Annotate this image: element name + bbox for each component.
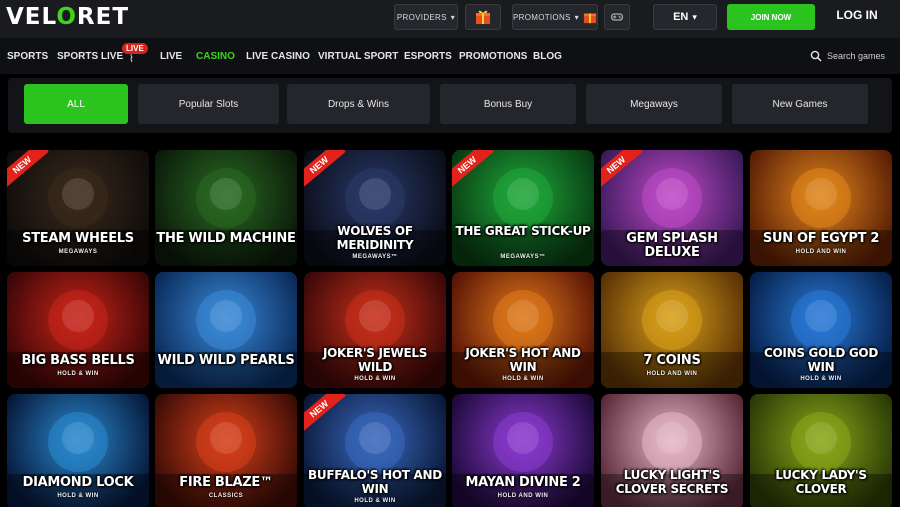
- chevron-down-icon: ▾: [450, 12, 456, 22]
- game-tile[interactable]: NEW BUFFALO'S HOT AND WIN HOLD & WIN: [304, 394, 446, 507]
- logo[interactable]: VELORET: [6, 4, 129, 30]
- game-artwork: [155, 168, 297, 266]
- game-subtitle: HOLD & WIN: [57, 371, 99, 377]
- game-tile[interactable]: BIG BASS BELLS HOLD & WIN: [7, 272, 149, 388]
- game-tile[interactable]: 7 COINS HOLD AND WIN: [601, 272, 743, 388]
- chevron-down-icon: ▾: [692, 11, 697, 22]
- logo-text: VEL: [6, 4, 57, 30]
- game-title: THE WILD MACHINE: [156, 231, 296, 246]
- search-games[interactable]: Search games: [810, 50, 885, 62]
- filter-new-games[interactable]: New Games: [732, 84, 868, 124]
- filter-bonus-buy[interactable]: Bonus Buy: [440, 84, 576, 124]
- gift-icon: [583, 13, 597, 24]
- game-tile[interactable]: JOKER'S HOT AND WIN HOLD & WIN: [452, 272, 594, 388]
- game-tile[interactable]: LUCKY LADY'S CLOVER: [750, 394, 892, 507]
- game-title: MAYAN DIVINE 2: [465, 475, 581, 490]
- game-title: WILD WILD PEARLS: [157, 353, 295, 368]
- game-title: JOKER'S JEWELS WILD: [322, 346, 428, 374]
- login-button[interactable]: LOG IN: [822, 8, 892, 26]
- gamepad-icon: [611, 13, 623, 21]
- search-icon: [810, 50, 822, 62]
- game-subtitle: MEGAWAYS™: [500, 254, 546, 260]
- nav-item-live-casino[interactable]: LIVE CASINO: [246, 51, 310, 62]
- live-badge: LIVE: [122, 43, 148, 54]
- nav-item-blog[interactable]: BLOG: [533, 51, 562, 62]
- game-title: LUCKY LIGHT'S CLOVER SECRETS: [615, 468, 729, 496]
- gift-icon: [476, 10, 490, 24]
- game-title: LUCKY LADY'S CLOVER: [775, 468, 867, 496]
- game-tile[interactable]: FIRE BLAZE™ CLASSICS: [155, 394, 297, 507]
- game-tile[interactable]: SUN OF EGYPT 2 HOLD AND WIN: [750, 150, 892, 266]
- nav-item-esports[interactable]: ESPORTS: [404, 51, 452, 62]
- game-title: FIRE BLAZE™: [179, 475, 273, 490]
- game-tile[interactable]: DIAMOND LOCK HOLD & WIN: [7, 394, 149, 507]
- game-tile[interactable]: NEW STEAM WHEELS MEGAWAYS: [7, 150, 149, 266]
- game-subtitle: HOLD & WIN: [57, 493, 99, 499]
- game-title: SUN OF EGYPT 2: [762, 231, 880, 246]
- game-artwork: [155, 290, 297, 388]
- game-subtitle: HOLD & WIN: [354, 376, 396, 382]
- game-title: DIAMOND LOCK: [22, 475, 134, 490]
- game-tile[interactable]: MAYAN DIVINE 2 HOLD AND WIN: [452, 394, 594, 507]
- game-subtitle: HOLD & WIN: [502, 376, 544, 382]
- game-subtitle: CLASSICS: [208, 493, 244, 499]
- logo-text-end: RET: [76, 4, 130, 30]
- providers-label: PROVIDERS: [396, 12, 447, 22]
- providers-dropdown[interactable]: PROVIDERS ▾: [394, 4, 458, 30]
- join-now-button[interactable]: JOIN NOW: [727, 4, 815, 30]
- nav-item-promotions[interactable]: PROMOTIONS: [459, 51, 527, 62]
- game-subtitle: HOLD & WIN: [354, 498, 396, 504]
- game-title: JOKER'S HOT AND WIN: [465, 346, 581, 374]
- nav-item-casino[interactable]: CASINO: [196, 51, 235, 62]
- filter-all[interactable]: ALL: [24, 84, 128, 124]
- main-nav: SPORTS SPORTS LIVE LIVE ⌇ LIVE CASINO LI…: [0, 38, 900, 74]
- game-tile[interactable]: COINS GOLD GOD WIN HOLD & WIN: [750, 272, 892, 388]
- broadcast-icon: ⌇: [129, 54, 134, 65]
- game-subtitle: HOLD & WIN: [800, 376, 842, 382]
- game-tile[interactable]: WILD WILD PEARLS: [155, 272, 297, 388]
- game-title: BIG BASS BELLS: [21, 353, 135, 368]
- game-subtitle: HOLD AND WIN: [646, 371, 698, 377]
- category-filter-bar: ALL Popular Slots Drops & Wins Bonus Buy…: [8, 78, 892, 133]
- game-title: WOLVES OF MERIDINITY: [336, 224, 414, 252]
- nav-item-virtual-sport[interactable]: VIRTUAL SPORT: [318, 51, 398, 62]
- filter-megaways[interactable]: Megaways: [586, 84, 722, 124]
- gamepad-button[interactable]: [604, 4, 630, 30]
- game-subtitle: MEGAWAYS™: [352, 254, 398, 260]
- promotions-dropdown[interactable]: PROMOTIONS ▾: [512, 4, 598, 30]
- nav-item-sports[interactable]: SPORTS: [7, 51, 48, 62]
- game-subtitle: HOLD AND WIN: [795, 249, 847, 255]
- gift-button[interactable]: [465, 4, 501, 30]
- game-tile[interactable]: NEW WOLVES OF MERIDINITY MEGAWAYS™: [304, 150, 446, 266]
- game-tile[interactable]: NEW THE GREAT STICK-UP MEGAWAYS™: [452, 150, 594, 266]
- game-tile[interactable]: JOKER'S JEWELS WILD HOLD & WIN: [304, 272, 446, 388]
- top-bar: VELORET PROVIDERS ▾ PROMOTIONS ▾ EN ▾ JO…: [0, 0, 900, 38]
- search-placeholder: Search games: [827, 51, 886, 61]
- language-label: EN: [673, 11, 689, 23]
- game-tile[interactable]: THE WILD MACHINE: [155, 150, 297, 266]
- nav-item-sports-live[interactable]: SPORTS LIVE: [57, 51, 123, 62]
- game-title: COINS GOLD GOD WIN: [764, 346, 878, 374]
- game-title: STEAM WHEELS: [22, 231, 134, 246]
- game-tile[interactable]: LUCKY LIGHT'S CLOVER SECRETS: [601, 394, 743, 507]
- game-title: GEM SPLASH DELUXE: [626, 231, 718, 260]
- game-tile[interactable]: NEW GEM SPLASH DELUXE: [601, 150, 743, 266]
- game-subtitle: HOLD AND WIN: [497, 493, 549, 499]
- game-title: 7 COINS: [643, 353, 701, 368]
- game-artwork: [7, 412, 149, 507]
- chevron-down-icon: ▾: [574, 12, 579, 22]
- game-artwork: [452, 412, 594, 507]
- promotions-label: PROMOTIONS: [513, 12, 571, 22]
- game-title: BUFFALO'S HOT AND WIN: [308, 468, 442, 496]
- nav-item-live[interactable]: LIVE: [160, 51, 182, 62]
- logo-text-accent: O: [56, 4, 77, 30]
- game-subtitle: MEGAWAYS: [58, 249, 98, 255]
- filter-drops-wins[interactable]: Drops & Wins: [287, 84, 430, 124]
- game-artwork: [155, 412, 297, 507]
- language-selector[interactable]: EN ▾: [653, 4, 717, 30]
- filter-popular-slots[interactable]: Popular Slots: [138, 84, 279, 124]
- game-title: THE GREAT STICK-UP: [455, 224, 591, 238]
